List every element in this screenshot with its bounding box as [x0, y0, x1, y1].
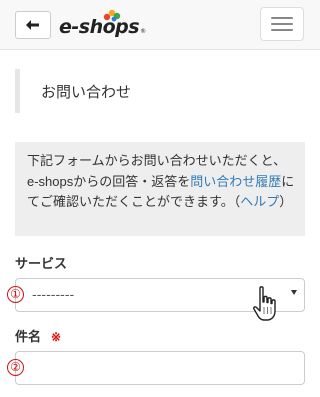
e-shops-logo[interactable]: e-shops ® — [59, 9, 147, 39]
annotation-marker-2: ② — [7, 359, 24, 376]
hamburger-menu-button[interactable] — [260, 7, 304, 41]
logo-registered-mark: ® — [140, 28, 147, 35]
service-label: サービス — [15, 256, 68, 271]
info-text: ） — [279, 194, 293, 209]
hamburger-icon-bar — [271, 29, 293, 31]
info-box: 下記フォームからお問い合わせいただくと、e-shopsからの回答・返答を問い合わ… — [15, 142, 305, 236]
required-mark: ※ — [51, 330, 62, 344]
subject-input[interactable] — [15, 351, 305, 385]
hamburger-icon-bar — [271, 23, 293, 25]
logo-text: e-shops — [59, 16, 140, 38]
dropdown-arrow-icon — [291, 290, 297, 295]
hamburger-icon — [271, 17, 293, 19]
help-link[interactable]: ヘルプ — [240, 194, 279, 209]
top-navbar: e-shops ® — [0, 0, 320, 50]
logo-dots-icon — [103, 9, 121, 22]
back-button[interactable] — [15, 11, 51, 39]
subject-label-text: 件名 — [15, 329, 42, 344]
service-select-value: --------- — [32, 287, 75, 303]
inquiry-history-link[interactable]: 問い合わせ履歴 — [190, 174, 281, 189]
subject-label: 件名 ※ — [15, 326, 61, 345]
annotation-marker-1: ① — [7, 286, 24, 303]
arrow-left-icon — [26, 20, 39, 30]
page-title: お問い合わせ — [15, 69, 305, 113]
hand-pointer-cursor-icon — [253, 286, 276, 321]
